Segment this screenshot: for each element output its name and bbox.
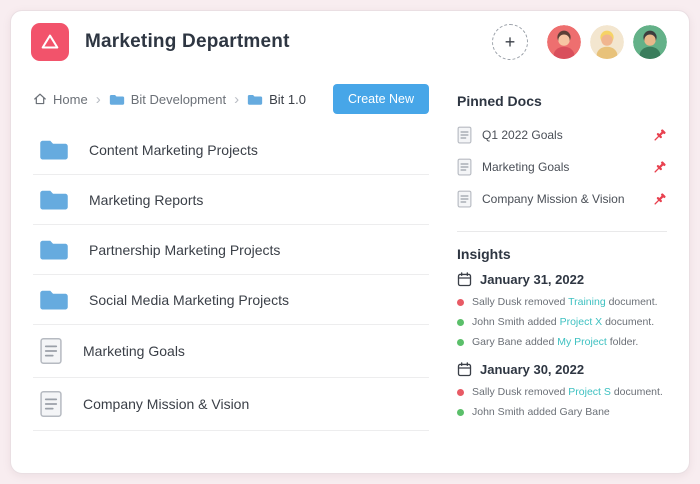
create-new-button[interactable]: Create New	[333, 84, 429, 114]
file-row-document[interactable]: Marketing Goals	[33, 325, 429, 378]
insights-group: January 31, 2022 Sally Dusk removed Trai…	[457, 272, 667, 348]
pushpin-icon[interactable]	[652, 160, 667, 175]
pushpin-icon[interactable]	[652, 192, 667, 207]
plus-icon: +	[505, 33, 516, 51]
activity-link[interactable]: Training	[568, 296, 606, 308]
breadcrumb: Home › Bit Development › Bit 1	[33, 92, 306, 107]
insights-date: January 30, 2022	[480, 362, 584, 377]
file-label: Partnership Marketing Projects	[89, 242, 280, 258]
pushpin-icon[interactable]	[652, 128, 667, 143]
sidebar-divider	[457, 231, 667, 232]
activity-text: John Smith added Gary Bane	[472, 406, 610, 418]
add-member-button[interactable]: +	[492, 24, 528, 60]
content-area: Home › Bit Development › Bit 1	[11, 73, 689, 431]
file-label: Marketing Reports	[89, 192, 203, 208]
page-title: Marketing Department	[85, 31, 290, 53]
calendar-icon	[457, 272, 472, 287]
chevron-right-icon: ›	[234, 92, 239, 107]
app-card: Marketing Department +	[10, 10, 690, 474]
removed-dot-icon	[457, 389, 464, 396]
added-dot-icon	[457, 339, 464, 346]
pinned-doc-row[interactable]: Q1 2022 Goals	[457, 119, 667, 151]
activity-text: John Smith added Project X document.	[472, 316, 654, 328]
pinned-doc-label: Q1 2022 Goals	[482, 128, 563, 142]
activity-item: John Smith added Gary Bane	[457, 406, 667, 418]
activity-text-post: document.	[611, 386, 663, 398]
avatar[interactable]	[633, 25, 667, 59]
file-label: Social Media Marketing Projects	[89, 292, 289, 308]
insights-date-row: January 30, 2022	[457, 362, 667, 377]
file-list: Content Marketing Projects Marketing Rep…	[33, 125, 429, 431]
activity-text-pre: Sally Dusk removed	[472, 386, 568, 398]
breadcrumb-item-bit-development[interactable]: Bit Development	[109, 92, 226, 107]
breadcrumb-item-bit-1-0[interactable]: Bit 1.0	[247, 92, 306, 107]
document-icon	[39, 337, 63, 365]
pinned-docs-heading: Pinned Docs	[457, 93, 667, 109]
activity-link[interactable]: Project S	[568, 386, 611, 398]
insights-heading: Insights	[457, 246, 667, 262]
activity-item: Sally Dusk removed Project S document.	[457, 386, 667, 398]
activity-item: Sally Dusk removed Training document.	[457, 296, 667, 308]
activity-text-pre: Sally Dusk removed	[472, 296, 568, 308]
folder-icon	[247, 93, 263, 106]
file-row-folder[interactable]: Social Media Marketing Projects	[33, 275, 429, 325]
file-label: Marketing Goals	[83, 343, 185, 359]
activity-item: Gary Bane added My Project folder.	[457, 336, 667, 348]
activity-text: Sally Dusk removed Training document.	[472, 296, 658, 308]
main-column: Home › Bit Development › Bit 1	[33, 73, 457, 431]
added-dot-icon	[457, 409, 464, 416]
activity-text-pre: Gary Bane added	[472, 336, 557, 348]
folder-icon	[109, 93, 125, 106]
activity-text-pre: John Smith added	[472, 316, 560, 328]
folder-icon	[39, 137, 69, 162]
breadcrumb-label: Bit 1.0	[269, 92, 306, 107]
pinned-doc-row[interactable]: Marketing Goals	[457, 151, 667, 183]
activity-text-post: folder.	[607, 336, 639, 348]
activity-link[interactable]: Project X	[560, 316, 603, 328]
calendar-icon	[457, 362, 472, 377]
breadcrumb-item-home[interactable]: Home	[33, 92, 88, 107]
breadcrumb-label: Home	[53, 92, 88, 107]
workspace-header: Marketing Department +	[11, 11, 689, 73]
file-row-folder[interactable]: Content Marketing Projects	[33, 125, 429, 175]
breadcrumb-row: Home › Bit Development › Bit 1	[33, 83, 429, 115]
document-icon	[457, 126, 472, 144]
document-icon	[457, 190, 472, 208]
insights-date-row: January 31, 2022	[457, 272, 667, 287]
insights-group: January 30, 2022 Sally Dusk removed Proj…	[457, 362, 667, 418]
folder-icon	[39, 237, 69, 262]
activity-item: John Smith added Project X document.	[457, 316, 667, 328]
activity-text-pre: John Smith added Gary Bane	[472, 406, 610, 418]
activity-link[interactable]: My Project	[557, 336, 607, 348]
file-label: Company Mission & Vision	[83, 396, 249, 412]
activity-text-post: document.	[606, 296, 658, 308]
file-row-folder[interactable]: Marketing Reports	[33, 175, 429, 225]
removed-dot-icon	[457, 299, 464, 306]
home-icon	[33, 92, 47, 106]
pinned-doc-label: Marketing Goals	[482, 160, 569, 174]
folder-icon	[39, 187, 69, 212]
avatar[interactable]	[547, 25, 581, 59]
breadcrumb-label: Bit Development	[131, 92, 226, 107]
header-actions: +	[492, 24, 667, 60]
app-logo	[31, 23, 69, 61]
document-icon	[39, 390, 63, 418]
file-label: Content Marketing Projects	[89, 142, 258, 158]
activity-text: Gary Bane added My Project folder.	[472, 336, 638, 348]
triangle-logo-icon	[39, 31, 61, 53]
activity-text-post: document.	[602, 316, 654, 328]
file-row-folder[interactable]: Partnership Marketing Projects	[33, 225, 429, 275]
chevron-right-icon: ›	[96, 92, 101, 107]
document-icon	[457, 158, 472, 176]
pinned-doc-row[interactable]: Company Mission & Vision	[457, 183, 667, 215]
folder-icon	[39, 287, 69, 312]
pinned-doc-label: Company Mission & Vision	[482, 192, 625, 206]
activity-text: Sally Dusk removed Project S document.	[472, 386, 663, 398]
avatar[interactable]	[590, 25, 624, 59]
sidebar: Pinned Docs Q1 2022 Goals	[457, 73, 667, 431]
added-dot-icon	[457, 319, 464, 326]
insights-date: January 31, 2022	[480, 272, 584, 287]
file-row-document[interactable]: Company Mission & Vision	[33, 378, 429, 431]
